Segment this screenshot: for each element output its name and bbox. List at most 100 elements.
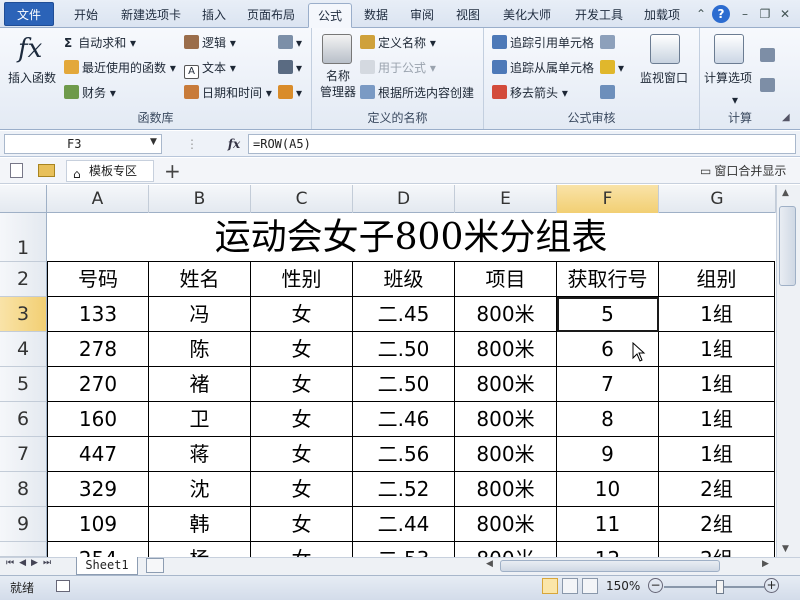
- data-cell[interactable]: 2组: [659, 542, 775, 557]
- data-cell[interactable]: 二.53: [353, 542, 455, 557]
- scroll-right-icon[interactable]: ▶: [762, 559, 769, 569]
- sheet-title-cell[interactable]: 运动会女子800米分组表: [47, 213, 775, 262]
- row-header[interactable]: 8: [0, 472, 47, 507]
- data-cell[interactable]: 女: [251, 402, 353, 437]
- data-cell[interactable]: 韩: [149, 507, 251, 542]
- name-box[interactable]: F3: [4, 134, 162, 154]
- tab-review[interactable]: 审阅: [402, 3, 442, 28]
- tab-page-layout[interactable]: 页面布局: [238, 3, 304, 28]
- data-cell[interactable]: 10: [557, 472, 659, 507]
- tab-new-tab[interactable]: 新建选项卡: [112, 3, 190, 28]
- data-cell[interactable]: 褚: [149, 367, 251, 402]
- row-header[interactable]: 9: [0, 507, 47, 542]
- calc-options-button[interactable]: 计算选项: [704, 68, 752, 88]
- data-cell[interactable]: 二.46: [353, 402, 455, 437]
- data-cell[interactable]: 女: [251, 542, 353, 557]
- data-cell[interactable]: 二.56: [353, 437, 455, 472]
- scroll-up-icon[interactable]: ▲: [782, 188, 789, 198]
- row-header[interactable]: [0, 542, 47, 557]
- logic-button[interactable]: 逻辑 ▾: [184, 33, 236, 53]
- column-header[interactable]: D: [353, 185, 455, 213]
- chevron-down-icon[interactable]: ▼: [150, 137, 157, 147]
- data-cell[interactable]: 7: [557, 367, 659, 402]
- data-cell[interactable]: 二.45: [353, 297, 455, 332]
- data-cell[interactable]: 沈: [149, 472, 251, 507]
- calc-options-dropdown[interactable]: ▾: [732, 90, 738, 110]
- data-cell[interactable]: 447: [47, 437, 149, 472]
- insert-sheet-icon[interactable]: [146, 558, 164, 573]
- header-cell[interactable]: 号码: [47, 262, 149, 297]
- column-header[interactable]: G: [659, 185, 776, 213]
- data-cell[interactable]: 蒋: [149, 437, 251, 472]
- restore-icon[interactable]: ❐: [756, 5, 774, 23]
- define-name-button[interactable]: 定义名称 ▾: [360, 33, 436, 53]
- tab-view[interactable]: 视图: [448, 3, 488, 28]
- data-cell[interactable]: 女: [251, 437, 353, 472]
- data-cell[interactable]: 800米: [455, 437, 557, 472]
- header-cell[interactable]: 班级: [353, 262, 455, 297]
- watch-window-button[interactable]: 监视窗口: [640, 68, 688, 88]
- data-cell[interactable]: 800米: [455, 332, 557, 367]
- select-all-corner[interactable]: [0, 185, 47, 213]
- error-check-button[interactable]: ▾: [600, 58, 624, 78]
- data-cell[interactable]: 二.44: [353, 507, 455, 542]
- macro-record-icon[interactable]: [56, 580, 70, 592]
- zoom-out-icon[interactable]: −: [648, 578, 663, 593]
- evaluate-formula-button[interactable]: [600, 83, 618, 103]
- data-cell[interactable]: 1组: [659, 402, 775, 437]
- name-manager-button[interactable]: 名称 管理器: [320, 68, 356, 99]
- minimize-icon[interactable]: –: [736, 5, 754, 23]
- column-header[interactable]: C: [251, 185, 353, 213]
- calc-now-button[interactable]: [760, 46, 778, 66]
- page-break-view-icon[interactable]: [582, 578, 598, 594]
- data-cell[interactable]: 254: [47, 542, 149, 557]
- zoom-slider-knob[interactable]: [716, 580, 724, 594]
- show-formulas-button[interactable]: [600, 33, 618, 53]
- add-tab-button[interactable]: +: [164, 158, 181, 184]
- help-icon[interactable]: ?: [712, 5, 730, 23]
- trace-precedents-button[interactable]: 追踪引用单元格: [492, 33, 594, 53]
- header-cell[interactable]: 组别: [659, 262, 775, 297]
- data-cell[interactable]: 1组: [659, 367, 775, 402]
- data-cell[interactable]: 12: [557, 542, 659, 557]
- finance-button[interactable]: 财务 ▾: [64, 83, 116, 103]
- header-cell[interactable]: 获取行号: [557, 262, 659, 297]
- column-header-selected[interactable]: F: [557, 185, 659, 213]
- row-header-selected[interactable]: 3: [0, 297, 47, 332]
- calc-sheet-button[interactable]: [760, 76, 778, 96]
- lookup-button[interactable]: ▾: [278, 33, 302, 53]
- data-cell[interactable]: 二.50: [353, 367, 455, 402]
- row-header[interactable]: 5: [0, 367, 47, 402]
- formula-input[interactable]: =ROW(A5): [248, 134, 796, 154]
- header-cell[interactable]: 项目: [455, 262, 557, 297]
- data-cell[interactable]: 5: [557, 297, 659, 332]
- zoom-in-icon[interactable]: +: [764, 578, 779, 593]
- column-header[interactable]: E: [455, 185, 557, 213]
- autosum-button[interactable]: Σ 自动求和 ▾: [64, 33, 136, 53]
- row-header[interactable]: 7: [0, 437, 47, 472]
- math-button[interactable]: ▾: [278, 58, 302, 78]
- data-cell[interactable]: 11: [557, 507, 659, 542]
- trace-dependents-button[interactable]: 追踪从属单元格: [492, 58, 594, 78]
- zoom-level[interactable]: 150%: [606, 579, 640, 593]
- close-icon[interactable]: ✕: [776, 5, 794, 23]
- page-layout-view-icon[interactable]: [562, 578, 578, 594]
- data-cell[interactable]: 329: [47, 472, 149, 507]
- data-cell[interactable]: 800米: [455, 472, 557, 507]
- tab-addins[interactable]: 加载项: [636, 3, 688, 28]
- merge-windows-button[interactable]: ▭ 窗口合并显示: [700, 160, 786, 182]
- data-cell[interactable]: 1组: [659, 437, 775, 472]
- data-cell[interactable]: 1组: [659, 332, 775, 367]
- new-document-icon[interactable]: [10, 163, 23, 178]
- create-from-selection-button[interactable]: 根据所选内容创建: [360, 83, 474, 103]
- tab-data[interactable]: 数据: [356, 3, 396, 28]
- worksheet-grid[interactable]: 运动会女子800米分组表 号码 姓名 性别 班级 项目 获取行号 组别 133 冯女二.45 800…: [47, 213, 775, 557]
- vertical-scroll-thumb[interactable]: [779, 206, 796, 286]
- scroll-down-icon[interactable]: ▼: [782, 544, 789, 554]
- data-cell[interactable]: 2组: [659, 472, 775, 507]
- text-button[interactable]: A 文本 ▾: [184, 58, 236, 79]
- data-cell[interactable]: 800米: [455, 402, 557, 437]
- horizontal-scroll-thumb[interactable]: [500, 560, 720, 572]
- header-cell[interactable]: 姓名: [149, 262, 251, 297]
- dialog-launcher-icon[interactable]: ◢: [782, 112, 790, 123]
